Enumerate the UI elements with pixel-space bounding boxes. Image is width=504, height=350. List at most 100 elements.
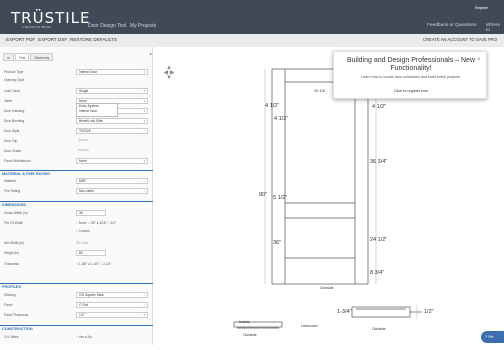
field-opening-type: Opening Type bbox=[4, 77, 147, 84]
field-label: Door Handing bbox=[4, 109, 25, 113]
field-label: Jamb bbox=[4, 99, 13, 103]
search-icon: ⌕ bbox=[143, 303, 145, 307]
panel-select[interactable]: C Flat ⌕ bbox=[76, 302, 148, 308]
nav-door-design[interactable]: Door Design Tool bbox=[88, 23, 126, 29]
brand-logo[interactable]: TRÜSTILE bbox=[11, 9, 91, 27]
field-panel-thickness: Panel Thickness 1/2" ▾ bbox=[4, 312, 148, 319]
popup-title: Building and Design Professionals – New … bbox=[346, 57, 476, 72]
field-door-style: Door Style TS2026 ⌕ bbox=[4, 128, 148, 135]
dim-overall-height: 80" bbox=[259, 192, 268, 198]
door-grade-select[interactable]: Natural bbox=[76, 148, 148, 154]
field-door-grade: Door Grade Natural bbox=[4, 148, 147, 155]
field-thickness: Thickness ○ 1-3/8" ● 1-3/4" ○ 2-1/4" bbox=[4, 261, 147, 268]
field-leaf-count: Leaf Count Single ▾ bbox=[4, 88, 148, 95]
close-icon[interactable]: × bbox=[477, 57, 481, 63]
field-net-width: Net Width (in) 35 13/16 bbox=[4, 240, 147, 247]
chevron-down-icon: ▾ bbox=[143, 119, 145, 123]
section-profiles[interactable]: PROFILES bbox=[0, 283, 153, 290]
toolbar: EXPORT PDF EXPORT DXF RESTORE DEFAULTS C… bbox=[0, 34, 504, 47]
dim-upper-panel: 36 3/4" bbox=[370, 159, 388, 165]
dropdown-option[interactable]: Interior Door bbox=[79, 109, 117, 114]
field-label: Panel Thickness bbox=[4, 313, 29, 317]
lvl-stiles-radios[interactable]: ○ Yes ● No bbox=[76, 335, 92, 339]
field-label: Net Width (in) bbox=[4, 241, 25, 245]
door-section bbox=[351, 306, 411, 318]
field-prefit-width: Pre-Fit Width ○ None ○ 1/8" ● 3/16" ○ 1/… bbox=[4, 220, 147, 227]
section-dimensions[interactable]: DIMENSIONS bbox=[0, 201, 153, 208]
dim-panel-thickness: 1/2" bbox=[424, 309, 434, 315]
dim-bottom-rail: 8 3/4" bbox=[370, 270, 385, 276]
tab-3[interactable]: Martinney bbox=[30, 53, 54, 61]
field-label: Door Bonding bbox=[4, 119, 25, 123]
field-label: Panel bbox=[4, 303, 13, 307]
field-label: LVL Stiles bbox=[4, 335, 19, 339]
fire-rating-select[interactable]: Non-rated ⌕ bbox=[76, 188, 148, 194]
section-construction[interactable]: CONSTRUCTION bbox=[0, 325, 153, 332]
material-select[interactable]: MDF ⌕ bbox=[76, 178, 148, 184]
popup-text: Learn how to create door schedules and b… bbox=[361, 75, 461, 79]
prefit-width-radios[interactable]: ○ None ○ 1/8" ● 3/16" ○ 1/4" bbox=[76, 221, 116, 225]
tab-2[interactable]: Fhst bbox=[14, 53, 30, 61]
gross-width-input[interactable]: 36 bbox=[76, 210, 106, 216]
field-label: Material bbox=[4, 179, 16, 183]
dim-lower-panel: 24 1/2" bbox=[370, 237, 388, 243]
search-icon: ⌕ bbox=[143, 189, 145, 193]
opening-type-dropdown[interactable]: Entry System Interior Door bbox=[76, 103, 118, 117]
create-account-button[interactable]: CREATE AN ACCOUNT TO SAVE PRO bbox=[423, 37, 497, 42]
height-input[interactable]: 80 bbox=[76, 250, 106, 256]
field-height: Height (in) 80 bbox=[4, 250, 147, 257]
field-panel-substitution: Panel Substitution None ▾ bbox=[4, 158, 148, 165]
search-icon: ⌕ bbox=[143, 293, 145, 297]
field-label: Height (in) bbox=[4, 251, 20, 255]
field-label: Pre-Fit Width bbox=[4, 221, 24, 225]
product-type-select[interactable]: Interior Door ▾ bbox=[76, 69, 148, 75]
brand-subtitle: A MASONITE BRAND bbox=[22, 26, 52, 29]
dim-lower-left: 36" bbox=[273, 240, 282, 246]
door-bonding-select[interactable]: Bevel/Lock Side ▾ bbox=[76, 118, 148, 124]
chevron-down-icon: ▾ bbox=[143, 159, 145, 163]
field-label: Thickness bbox=[4, 262, 19, 266]
dim-lock-rail: 5 1/2" bbox=[273, 195, 288, 201]
nav-where[interactable]: Where to bbox=[486, 23, 504, 33]
register-link[interactable]: Register bbox=[475, 6, 488, 10]
field-label: Fire Rating bbox=[4, 189, 21, 193]
tab-1[interactable]: m bbox=[3, 53, 14, 61]
label-outside: Outside bbox=[320, 285, 334, 290]
door-style-select[interactable]: TS2026 ⌕ bbox=[76, 128, 148, 134]
help-button[interactable]: ? Re bbox=[481, 331, 504, 343]
dim-right-stile: 4 1/2" bbox=[372, 104, 387, 110]
leaf-count-select[interactable]: Single ▾ bbox=[76, 88, 148, 94]
field-label: Door Grade bbox=[4, 149, 22, 153]
panel-thickness-select[interactable]: 1/2" ▾ bbox=[76, 312, 148, 318]
door-top-select[interactable]: Square bbox=[76, 138, 148, 144]
prefit-custom-radio[interactable]: ○ Custom bbox=[76, 229, 90, 233]
restore-defaults-button[interactable]: RESTORE DEFAULTS bbox=[70, 37, 117, 42]
chevron-down-icon: ▾ bbox=[143, 70, 145, 74]
door-outline bbox=[271, 68, 369, 285]
dim-top-rail: 4 1/2" bbox=[274, 116, 289, 122]
export-pdf-button[interactable]: EXPORT PDF bbox=[6, 37, 35, 42]
label-unknown: Unknown bbox=[301, 323, 318, 328]
sticking-select[interactable]: OG Square Stick ⌕ bbox=[76, 292, 148, 298]
register-now-link[interactable]: Click to register now bbox=[334, 89, 488, 93]
options-panel: m Fhst Martinney Product Type Interior D… bbox=[0, 47, 153, 345]
section-material[interactable]: MATERIAL & FIRE RATING bbox=[0, 170, 153, 177]
field-product-type: Product Type Interior Door ▾ bbox=[4, 69, 148, 76]
dim-door-thickness: 1-3/4" bbox=[337, 309, 352, 315]
field-material: Material MDF ⌕ bbox=[4, 178, 148, 185]
nav-feedback[interactable]: Feedback or Questions bbox=[427, 23, 477, 28]
field-panel: Panel C Flat ⌕ bbox=[4, 302, 148, 309]
label-inside: Inside bbox=[239, 319, 250, 324]
label-outside-frame: Outside bbox=[243, 332, 257, 337]
thickness-radios[interactable]: ○ 1-3/8" ● 1-3/4" ○ 2-1/4" bbox=[76, 262, 111, 266]
search-icon: ⌕ bbox=[143, 179, 145, 183]
field-lvl-stiles: LVL Stiles ○ Yes ● No bbox=[4, 334, 147, 341]
panel-substitution-select[interactable]: None ▾ bbox=[76, 158, 148, 164]
top-bar: TRÜSTILE A MASONITE BRAND Door Design To… bbox=[0, 0, 504, 34]
dim-left-stile: 4 1/2" bbox=[265, 103, 280, 109]
field-sticking: Sticking OG Square Stick ⌕ bbox=[4, 292, 148, 299]
chevron-down-icon: ▾ bbox=[143, 313, 145, 317]
nav-my-projects[interactable]: My Projects bbox=[130, 23, 156, 29]
export-dxf-button[interactable]: EXPORT DXF bbox=[38, 37, 67, 42]
label-outside-section: Outside bbox=[372, 326, 386, 331]
